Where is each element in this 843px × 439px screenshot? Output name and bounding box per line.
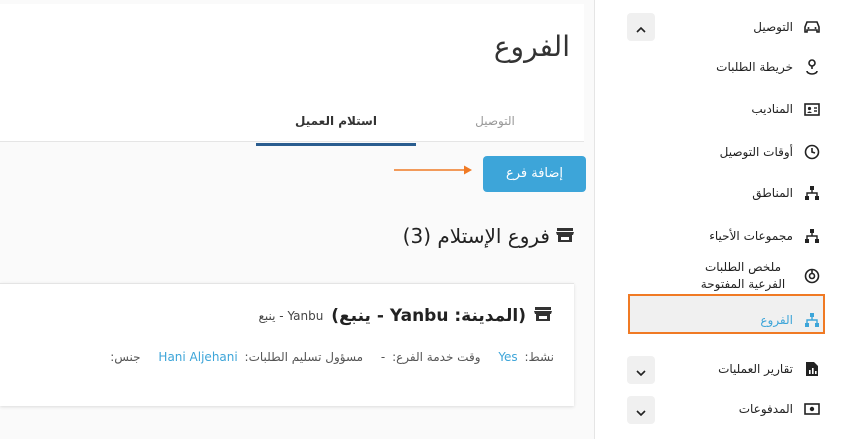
sidebar-item-open-suborders-summary[interactable]: ملخص الطلبات الفرعية المفتوحة	[621, 256, 821, 296]
car-icon	[803, 18, 821, 36]
clock-icon	[803, 143, 821, 161]
expand-payments-button[interactable]	[627, 396, 655, 424]
branch-name: (المدينة: Yanbu - ينبع)	[331, 306, 526, 326]
add-branch-button[interactable]: إضافة فرع	[483, 156, 586, 192]
receiver-value[interactable]: Hani Aljehani	[158, 350, 237, 364]
main-content: الفروع التوصيل استلام العميل إضافة فرع ف…	[0, 0, 594, 439]
sidebar-item-label: أوقات التوصيل	[719, 145, 793, 159]
tab-delivery[interactable]: التوصيل	[415, 108, 575, 144]
page-header: الفروع التوصيل استلام العميل	[0, 4, 584, 146]
sidebar-item-label: المدفوعات	[738, 402, 793, 416]
sitemap-icon	[803, 311, 821, 329]
sidebar-item-label: الفروع	[760, 313, 793, 327]
branch-heading: (المدينة: Yanbu - ينبع) Yanbu - ينبع	[258, 306, 552, 326]
annotation-arrow	[394, 165, 472, 175]
sidebar-item-delivery-times[interactable]: أوقات التوصيل	[621, 137, 821, 167]
sidebar-item-label: تقارير العمليات	[718, 362, 793, 376]
chevron-up-icon	[636, 18, 646, 37]
sidebar-item-label: مجموعات الأحياء	[709, 229, 793, 243]
chevron-down-icon	[636, 401, 646, 420]
sidebar-item-branches[interactable]: الفروع	[621, 305, 821, 335]
store-icon	[556, 224, 574, 248]
sitemap-icon	[803, 184, 821, 202]
report-icon	[803, 360, 821, 378]
money-icon	[803, 400, 821, 418]
sidebar-item-label: المناديب	[751, 102, 793, 116]
id-card-icon	[803, 100, 821, 118]
page-title: الفروع	[493, 30, 570, 63]
section-title: فروع الإستلام (3)	[403, 224, 574, 248]
tab-customer-pickup[interactable]: استلام العميل	[256, 108, 416, 146]
service-time-label: وقت خدمة الفرع:	[392, 350, 481, 364]
collapse-delivery-button[interactable]	[627, 13, 655, 41]
receiver-label: مسؤول تسليم الطلبات:	[244, 350, 364, 364]
sidebar-item-label: خريطة الطلبات	[716, 60, 793, 74]
chevron-down-icon	[636, 361, 646, 380]
sidebar-item-couriers[interactable]: المناديب	[621, 94, 821, 124]
store-icon	[534, 306, 552, 326]
section-title-text: فروع الإستلام (3)	[402, 224, 550, 248]
branch-card: (المدينة: Yanbu - ينبع) Yanbu - ينبع نشط…	[0, 283, 574, 406]
branch-meta: نشط: Yes وقت خدمة الفرع: - مسؤول تسليم ا…	[107, 350, 554, 364]
branch-subtitle: Yanbu - ينبع	[258, 309, 324, 323]
sidebar-item-label: المناطق	[752, 186, 793, 200]
sidebar-item-label: ملخص الطلبات الفرعية المفتوحة	[700, 260, 786, 291]
active-label: نشط:	[524, 350, 554, 364]
map-pin-route-icon	[803, 58, 821, 76]
service-time-value: -	[380, 350, 386, 364]
active-value: Yes	[498, 350, 518, 364]
sidebar-item-zones[interactable]: المناطق	[621, 178, 821, 208]
sidebar-item-district-groups[interactable]: مجموعات الأحياء	[621, 221, 821, 251]
gender-label: جنس:	[110, 350, 141, 364]
expand-operations-reports-button[interactable]	[627, 356, 655, 384]
donut-chart-icon	[803, 267, 821, 285]
sidebar-item-orders-map[interactable]: خريطة الطلبات	[621, 52, 821, 82]
sidebar: التوصيل خريطة الطلبات المناديب أوقات الت…	[595, 0, 843, 439]
sidebar-item-label: التوصيل	[753, 20, 793, 34]
sitemap-icon	[803, 227, 821, 245]
